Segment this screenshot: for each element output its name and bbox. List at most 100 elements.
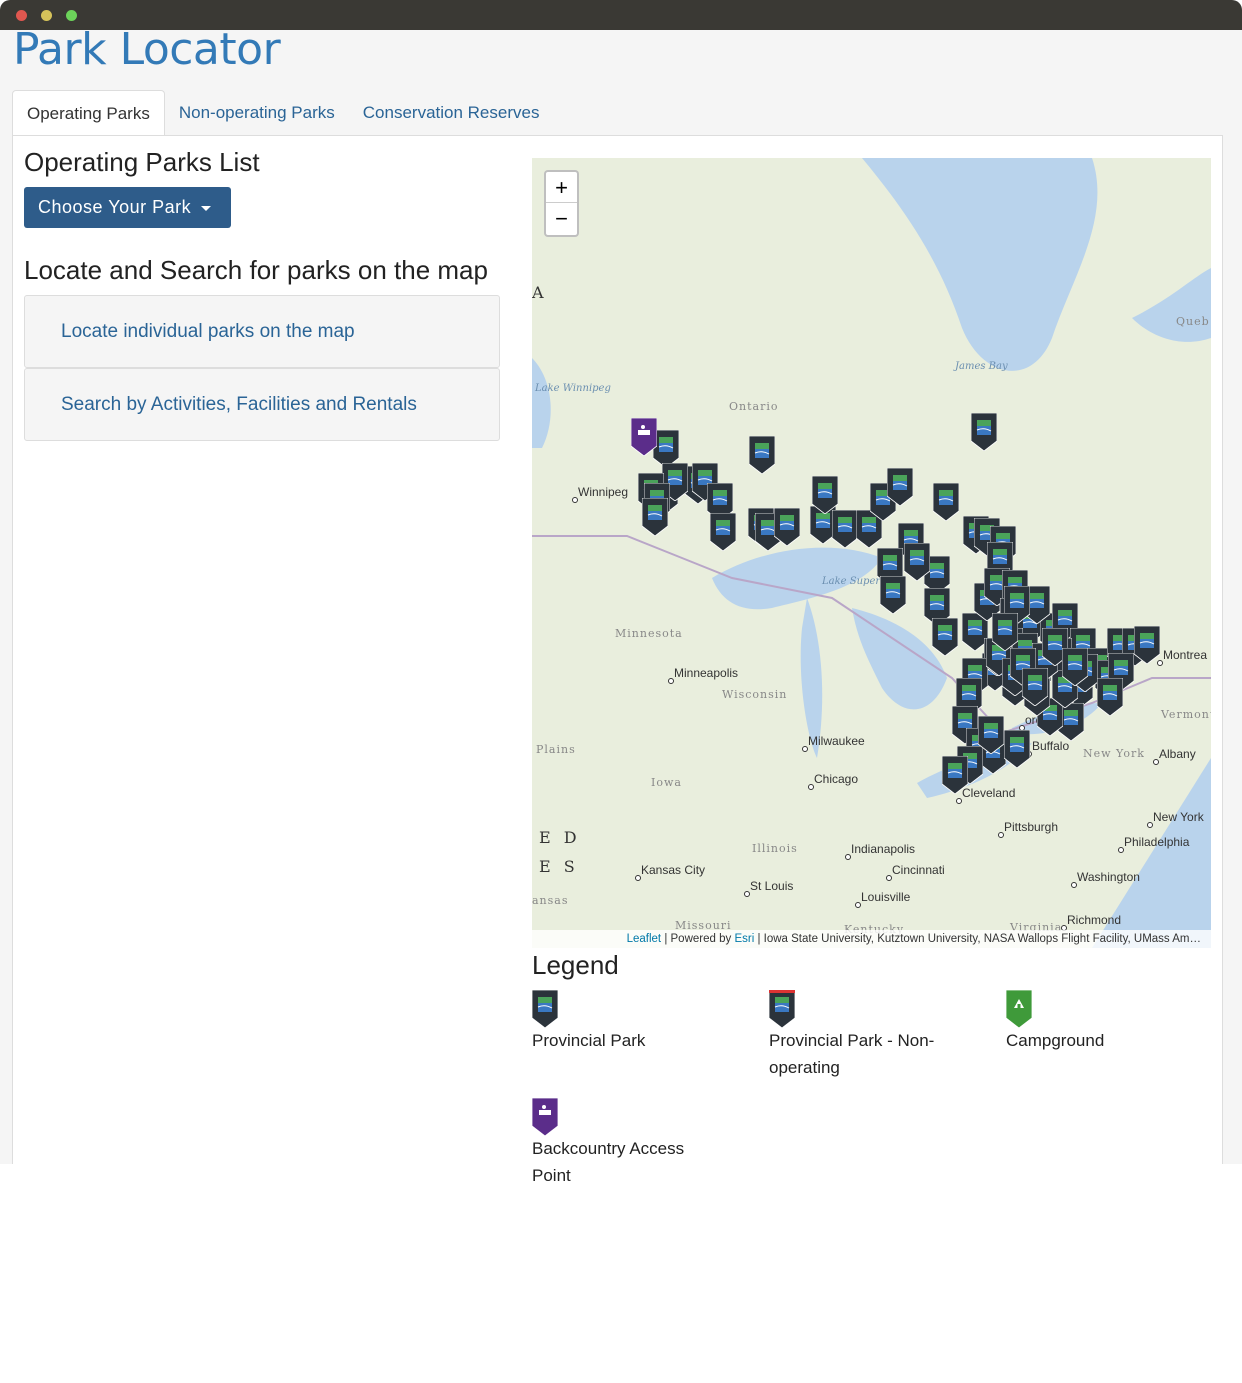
map-label-region: Iowa xyxy=(651,776,682,789)
city-dot xyxy=(845,854,851,860)
provincial-park-marker[interactable] xyxy=(1021,667,1049,707)
gulf-st-lawrence xyxy=(1132,268,1211,342)
choose-park-label: Choose Your Park xyxy=(38,197,192,217)
map-label-big: E S xyxy=(539,857,579,876)
zoom-in-button[interactable]: + xyxy=(546,172,577,203)
legend-title: Legend xyxy=(532,950,619,980)
list-heading: Operating Parks List xyxy=(24,147,260,177)
provincial-park-marker[interactable] xyxy=(773,507,801,547)
map-label-water: James Bay xyxy=(955,361,1008,372)
city-dot xyxy=(1118,847,1124,853)
tab-operating-parks[interactable]: Operating Parks xyxy=(12,90,165,136)
map-label-citie: Philadelphia xyxy=(1124,835,1190,849)
map-label-big: A xyxy=(532,283,548,302)
basemap xyxy=(532,158,1211,948)
city-dot xyxy=(956,798,962,804)
map-label-region: Minnesota xyxy=(615,627,683,640)
page-title: Park Locator xyxy=(13,24,281,75)
legend-label: Provincial Park - Non-operating xyxy=(769,1031,935,1077)
map-label-citie: Cincinnati xyxy=(892,863,945,877)
map-label-citie: Montrea xyxy=(1163,648,1208,662)
city-dot xyxy=(808,784,814,790)
map-label-citie: Pittsburgh xyxy=(1004,820,1059,834)
maximize-window-button[interactable] xyxy=(66,10,77,21)
provincial-park-marker[interactable] xyxy=(1133,625,1161,665)
city-dot xyxy=(1071,882,1077,888)
attribution-sources: | Iowa State University, Kutztown Univer… xyxy=(757,933,1201,945)
map-label-citie: Winnipeg xyxy=(578,485,629,499)
map-label-region: Illinois xyxy=(752,842,798,855)
provincial-park-marker[interactable] xyxy=(886,467,914,507)
city-dot xyxy=(1153,759,1159,765)
map-label-region: Queb xyxy=(1176,315,1210,328)
city-dot xyxy=(886,875,892,881)
locate-parks-panel[interactable]: Locate individual parks on the map xyxy=(24,295,500,368)
tab-bar: Operating Parks Non-operating Parks Cons… xyxy=(12,90,553,136)
search-activities-panel[interactable]: Search by Activities, Facilities and Ren… xyxy=(24,368,500,441)
provincial-park-icon xyxy=(531,989,559,1029)
legend-label: Campground xyxy=(1006,1031,1105,1050)
provincial-park-marker[interactable] xyxy=(977,715,1005,755)
provincial-park-marker[interactable] xyxy=(903,542,931,582)
provincial-park-marker[interactable] xyxy=(1003,729,1031,769)
map-label-citie: Louisville xyxy=(861,890,911,904)
map-label-citie: Minneapolis xyxy=(674,666,739,680)
provincial-park-marker[interactable] xyxy=(970,412,998,452)
provincial-park-marker[interactable] xyxy=(879,575,907,615)
map-label-region: ansas xyxy=(532,894,569,907)
city-dot xyxy=(802,746,808,752)
minimize-window-button[interactable] xyxy=(41,10,52,21)
search-heading: Locate and Search for parks on the map xyxy=(24,255,488,285)
zoom-out-button[interactable]: − xyxy=(546,203,577,234)
provincial-park-marker[interactable] xyxy=(941,755,969,795)
provincial-park-marker[interactable] xyxy=(1096,677,1124,717)
city-dot xyxy=(1147,822,1153,828)
provincial-park-marker[interactable] xyxy=(831,509,859,549)
provincial-park-marker[interactable] xyxy=(931,617,959,657)
city-dot xyxy=(998,832,1004,838)
provincial-park-marker[interactable] xyxy=(811,475,839,515)
map-label-citie: Indianapolis xyxy=(851,842,916,856)
choose-park-dropdown[interactable]: Choose Your Park xyxy=(24,187,231,228)
tab-non-operating-parks[interactable]: Non-operating Parks xyxy=(165,90,349,136)
map-attribution: Leaflet | Powered by Esri | Iowa State U… xyxy=(532,930,1211,948)
map-label-citie: New York xyxy=(1153,810,1204,824)
legend-label: Provincial Park xyxy=(532,1031,646,1050)
city-dot xyxy=(572,497,578,503)
caret-down-icon xyxy=(201,205,212,211)
map-label-region: New York xyxy=(1083,747,1145,760)
lake-winnipeg xyxy=(532,358,551,448)
provincial-park-marker[interactable] xyxy=(932,482,960,522)
hudson-james-bay xyxy=(862,158,1098,371)
map-label-region: Vermont xyxy=(1161,708,1211,721)
map-label-region: Wisconsin xyxy=(722,688,788,701)
map-label-citie: Chicago xyxy=(814,772,859,786)
provincial-park-marker[interactable] xyxy=(1061,647,1089,687)
map-label-citie: Buffalo xyxy=(1032,739,1070,753)
map-label-citie: St Louis xyxy=(750,879,794,893)
map-label-citie: Washington xyxy=(1077,870,1140,884)
park-map[interactable]: Winnipeg Minneapolis Milwaukee Chicago Cleve… xyxy=(532,158,1211,948)
legend-label: Backcountry Access Point xyxy=(532,1139,685,1185)
city-dot xyxy=(635,875,641,881)
esri-link[interactable]: Esri xyxy=(734,933,754,945)
campground-icon xyxy=(1005,989,1033,1029)
map-label-citie: Kansas City xyxy=(641,863,706,877)
city-dot xyxy=(744,891,750,897)
leaflet-link[interactable]: Leaflet xyxy=(627,933,662,945)
city-dot xyxy=(855,902,861,908)
non-operating-park-icon xyxy=(768,989,796,1029)
map-label-big: E D xyxy=(539,828,581,847)
map-label-citie: Cleveland xyxy=(962,786,1016,800)
provincial-park-marker[interactable] xyxy=(748,435,776,475)
provincial-park-marker[interactable] xyxy=(709,512,737,552)
provincial-park-marker[interactable] xyxy=(991,612,1019,652)
map-label-region: Plains xyxy=(536,743,576,756)
close-window-button[interactable] xyxy=(16,10,27,21)
map-label-citie: Richmond xyxy=(1067,913,1122,927)
provincial-park-marker[interactable] xyxy=(641,497,669,537)
attribution-text: | Powered by xyxy=(664,933,732,945)
map-label-citie: Milwaukee xyxy=(808,734,865,748)
backcountry-marker[interactable] xyxy=(630,417,658,457)
tab-conservation-reserves[interactable]: Conservation Reserves xyxy=(349,90,554,136)
